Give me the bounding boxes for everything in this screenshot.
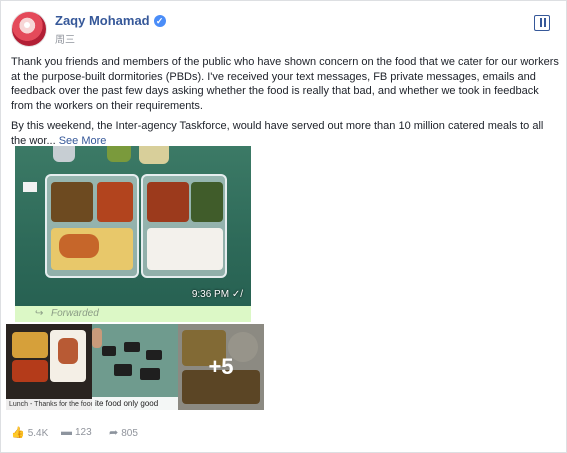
share-icon: ➦ — [109, 427, 119, 439]
post-footer-stats: 👍 5.4K ▬ 123 ➦ 805 — [11, 424, 551, 444]
photo-cup-1 — [53, 146, 75, 162]
white-rice-compartment — [147, 228, 223, 270]
thumb2-box-1 — [102, 346, 116, 356]
thumbnail-photo-1[interactable]: Lunch - Thanks for the food — [6, 324, 92, 410]
fish-compartment — [147, 182, 189, 222]
forwarded-label: Forwarded — [51, 308, 99, 319]
facebook-post-card: Zaqy Mohamad ✓ 周三 Thank you friends and m… — [0, 0, 567, 453]
photo-timestamp: 9:36 PM ✓/ — [191, 289, 243, 300]
likes-stat[interactable]: 👍 5.4K — [11, 426, 48, 439]
thumb1-meat — [58, 338, 78, 364]
chicken-piece — [59, 234, 99, 258]
sauce-compartment — [97, 182, 133, 222]
post-header: Zaqy Mohamad ✓ 周三 — [11, 11, 556, 49]
thumb2-hand — [92, 328, 102, 348]
verified-badge-icon: ✓ — [153, 15, 166, 27]
see-more-link[interactable]: See More — [59, 135, 107, 147]
page-menu-icon[interactable] — [534, 15, 550, 31]
comments-stat[interactable]: ▬ 123 — [61, 426, 92, 438]
comment-icon: ▬ — [61, 426, 72, 438]
post-timestamp[interactable]: 周三 — [55, 31, 75, 46]
thumb1-caption: Lunch - Thanks for the food — [6, 399, 92, 410]
thumb1-food-a — [12, 332, 48, 358]
photo-napkin — [23, 182, 37, 192]
thumbnail-photo-2[interactable]: ite food only good — [92, 324, 178, 410]
thumb2-box-4 — [114, 364, 132, 376]
more-photos-overlay[interactable]: +5 — [178, 324, 264, 410]
avatar-detail — [24, 22, 30, 28]
shares-count: 805 — [121, 428, 138, 439]
photo-cup-3 — [139, 146, 169, 164]
food-tray-right — [141, 174, 227, 278]
thumbnail-photo-3[interactable]: +5 — [178, 324, 264, 410]
forwarded-bar: ↪ Forwarded — [15, 306, 251, 322]
author-name-row[interactable]: Zaqy Mohamad ✓ — [55, 13, 166, 28]
thumb1-sauce — [12, 360, 48, 382]
photo-cup-2 — [107, 146, 131, 162]
food-tray-left — [45, 174, 139, 278]
vegetable-compartment — [191, 182, 223, 222]
main-food-photo[interactable]: 9:36 PM ✓/ — [15, 146, 251, 306]
thumb2-box-5 — [140, 368, 160, 380]
post-paragraph-2-row: By this weekend, the Inter-agency Taskfo… — [11, 119, 559, 148]
author-name[interactable]: Zaqy Mohamad — [55, 13, 150, 28]
post-body: Thank you friends and members of the pub… — [11, 55, 559, 154]
thumb2-box-2 — [124, 342, 140, 352]
post-paragraph-1: Thank you friends and members of the pub… — [11, 56, 559, 112]
shares-stat[interactable]: ➦ 805 — [109, 426, 138, 439]
comments-count: 123 — [75, 427, 92, 438]
likes-count: 5.4K — [27, 428, 49, 439]
thumb2-caption: ite food only good — [92, 397, 178, 410]
thumb2-box-3 — [146, 350, 162, 360]
like-icon: 👍 — [11, 427, 25, 439]
curry-compartment — [51, 182, 93, 222]
forward-arrow-icon: ↪ — [35, 308, 44, 319]
author-avatar[interactable] — [11, 11, 47, 47]
